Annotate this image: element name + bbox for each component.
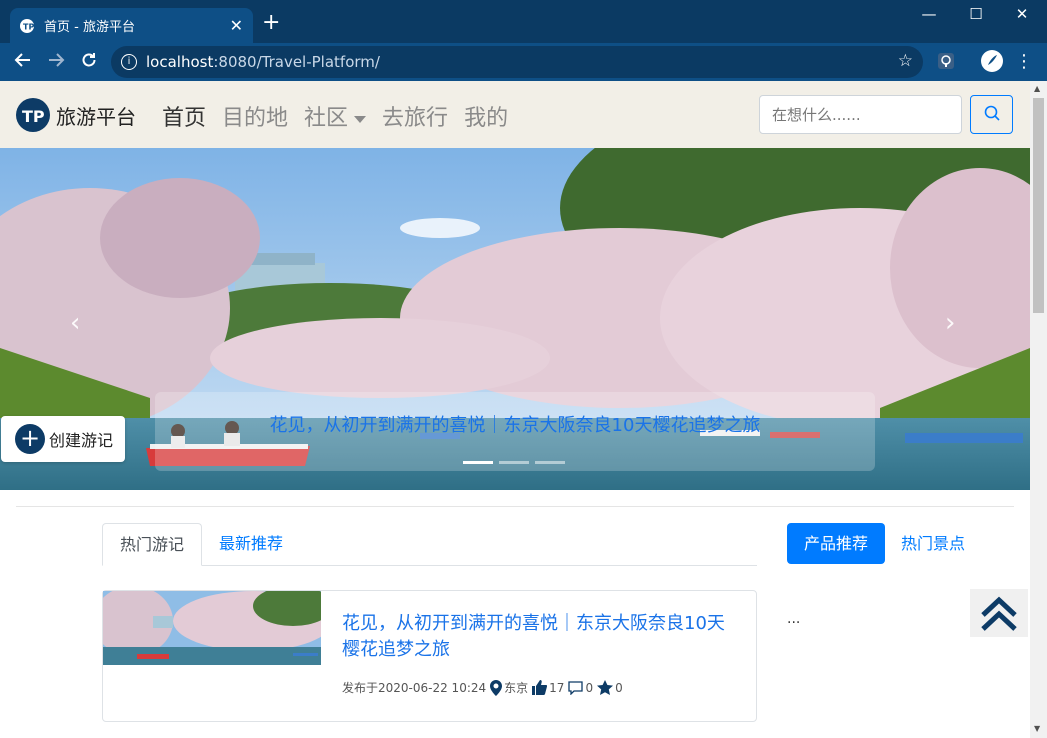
search-input[interactable] [759,95,962,134]
tab-product-recommend[interactable]: 产品推荐 [787,523,885,564]
scrollbar-thumb[interactable] [1033,98,1044,313]
create-travelogue-label: 创建游记 [49,431,114,450]
tab-title: 首页 - 旅游平台 [44,20,135,35]
carousel-indicator-3[interactable] [535,461,565,464]
nav-community-label: 社区 [304,106,349,131]
main-nav: 首页 目的地 社区 去旅行 我的 [162,100,508,132]
site-navbar: TP 旅游平台 首页 目的地 社区 去旅行 我的 [0,81,1030,148]
travelogue-title[interactable]: 花见，从初开到满开的喜悦｜东京大阪奈良10天樱花追梦之旅 [342,611,742,663]
travelogue-card[interactable]: 花见，从初开到满开的喜悦｜东京大阪奈良10天樱花追梦之旅 发布于2020-06-… [102,590,757,722]
minimize-button[interactable]: — [914,5,944,23]
nav-community[interactable]: 社区 [304,100,367,132]
carousel-indicators [463,461,565,464]
browser-titlebar: TP 首页 - 旅游平台 ✕ + — ☐ ✕ [0,0,1047,43]
tab-latest-recommended[interactable]: 最新推荐 [202,523,300,566]
carousel-caption[interactable]: 花见，从初开到满开的喜悦｜东京大阪奈良10天樱花追梦之旅 [155,411,875,437]
close-tab-icon[interactable]: ✕ [230,17,243,34]
arrow-right-icon [49,53,65,67]
scroll-down-icon[interactable]: ▼ [1034,724,1040,733]
favorite-count: 0 [615,680,623,695]
back-button[interactable] [12,51,34,74]
location-pin-icon [490,679,503,696]
svg-text:TP: TP [23,22,34,31]
arrow-left-icon [14,53,30,67]
side-content-placeholder: ... [787,611,801,627]
plus-icon: + [15,424,45,454]
brand-logo-icon: TP [16,98,50,132]
tab-hot-travelogues[interactable]: 热门游记 [102,523,203,566]
search-icon [984,105,1000,121]
scroll-up-icon[interactable]: ▲ [1034,84,1040,93]
caret-down-icon [354,115,367,123]
page-scrollbar[interactable]: ▲ ▼ [1030,81,1047,738]
brand-name: 旅游平台 [56,104,136,129]
maximize-button[interactable]: ☐ [961,5,991,23]
hero-carousel[interactable]: ‹ › 花见，从初开到满开的喜悦｜东京大阪奈良10天樱花追梦之旅 + 创建游记 [0,148,1030,490]
back-to-top-button[interactable] [970,589,1028,637]
carousel-indicator-1[interactable] [463,461,493,464]
carousel-indicator-2[interactable] [499,461,529,464]
nav-mine[interactable]: 我的 [464,100,508,132]
nav-travel[interactable]: 去旅行 [382,100,448,132]
tab-hot-attractions[interactable]: 热门景点 [901,523,1001,564]
comment-icon[interactable] [568,680,584,695]
search-button[interactable] [970,95,1013,134]
double-chevron-up-icon [981,596,1017,631]
reload-icon [82,53,96,67]
travelogue-meta: 发布于2020-06-22 10:24 东京 17 0 0 [342,679,623,696]
nav-home[interactable]: 首页 [162,100,206,132]
site-favicon-icon: TP [20,18,34,33]
like-count: 17 [549,680,565,695]
browser-menu-icon[interactable]: ⋮ [1013,51,1035,72]
location-text: 东京 [504,681,529,695]
travelogue-thumbnail[interactable] [103,591,321,665]
reload-button[interactable] [78,51,100,74]
comment-count: 0 [585,680,594,695]
close-window-button[interactable]: ✕ [1007,5,1037,23]
web-page: TP 旅游平台 首页 目的地 社区 去旅行 我的 在想什么...... ‹ › … [0,81,1030,738]
create-travelogue-button[interactable]: + 创建游记 [1,416,125,462]
nav-destinations[interactable]: 目的地 [222,100,288,132]
star-icon[interactable] [597,680,614,695]
svg-text:TP: TP [22,107,45,126]
forward-button[interactable] [45,51,67,74]
thumbs-up-icon[interactable] [532,680,548,695]
carousel-caption-box: 花见，从初开到满开的喜悦｜东京大阪奈良10天樱花追梦之旅 [155,392,875,471]
new-tab-button[interactable]: + [262,12,280,34]
carousel-prev-button[interactable]: ‹ [70,308,80,338]
profile-avatar-icon[interactable] [981,50,1003,72]
publish-date: 发布于2020-06-22 10:24 [342,681,487,695]
browser-tab[interactable]: TP 首页 - 旅游平台 ✕ [10,8,253,43]
browser-toolbar: i localhost:8080/Travel-Platform/ ☆ ⋮ [0,43,1047,81]
site-info-icon[interactable]: i [121,54,137,70]
section-divider [16,506,1014,507]
extension-icon[interactable] [937,52,955,70]
carousel-next-button[interactable]: › [945,308,955,338]
address-bar[interactable]: i localhost:8080/Travel-Platform/ ☆ [111,46,923,78]
url-text: localhost:8080/Travel-Platform/ [146,53,380,71]
bookmark-star-icon[interactable]: ☆ [898,51,913,71]
brand[interactable]: TP 旅游平台 [16,98,136,132]
content-tabs: 热门游记 最新推荐 [102,523,757,566]
